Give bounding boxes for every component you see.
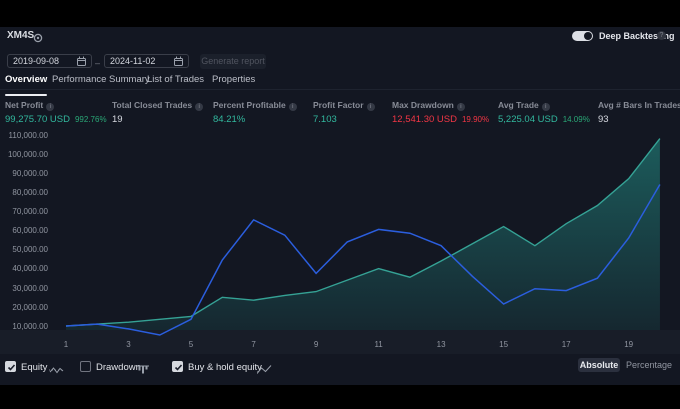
info-icon[interactable]: i (288, 103, 297, 111)
x-axis-label: 15 (499, 340, 509, 349)
stat-label: Total Closed Trades (112, 100, 193, 110)
x-axis-label: 1 (63, 340, 69, 349)
date-from-value: 2019-09-08 (13, 56, 60, 66)
drawdown-bars-icon (137, 362, 150, 380)
date-to-input[interactable]: 2024-11-02 (104, 54, 189, 68)
toggle-knob (584, 32, 592, 40)
stat-label: Max Drawdown (392, 100, 454, 110)
buy-hold-line-icon (256, 362, 272, 380)
info-icon[interactable]: i (195, 103, 204, 111)
stat-percent: 992.76% (74, 115, 107, 124)
date-range-separator: – (95, 58, 101, 68)
x-axis-label: 17 (561, 340, 571, 349)
date-to-value: 2024-11-02 (110, 56, 156, 66)
info-icon[interactable]: i (456, 103, 465, 111)
stat-value: 84.21% (213, 114, 246, 125)
calendar-icon (77, 56, 86, 66)
settings-icon[interactable] (33, 30, 43, 43)
stat-profit-factor: Profit Factor i 7.103 (313, 100, 375, 125)
y-axis-label: 10,000.00 (12, 321, 48, 331)
stat-label: Avg Trade (498, 100, 539, 110)
stat-max-drawdown: Max Drawdown i 12,541.30 USD 19.90% (392, 100, 489, 125)
stat-label: Avg # Bars In Trades (598, 100, 680, 110)
y-axis-label: 70,000.00 (12, 207, 48, 217)
stat-label: Net Profit (5, 100, 44, 110)
y-axis-label: 40,000.00 (12, 264, 48, 274)
question-mark-icon[interactable]: ? (657, 31, 666, 40)
deep-backtesting-toggle[interactable] (572, 31, 593, 41)
y-axis-label: 30,000.00 (12, 283, 48, 293)
stat-value: 19 (112, 114, 123, 125)
equity-curve-plot (65, 138, 661, 336)
x-axis-label: 13 (436, 340, 446, 349)
buy-hold-equity-checkbox[interactable] (172, 361, 183, 372)
equity-checkbox[interactable] (5, 361, 16, 372)
y-axis-label: 80,000.00 (12, 187, 48, 197)
stat-label: Percent Profitable (213, 100, 286, 110)
y-axis-label: 50,000.00 (12, 245, 48, 255)
stat-value: 5,225.04 USD (498, 114, 558, 125)
equity-legend-label: Equity (21, 362, 48, 373)
stat-value: 12,541.30 USD (392, 114, 457, 125)
stat-total-closed-trades: Total Closed Trades i 19 (112, 100, 204, 125)
percentage-mode-button[interactable]: Percentage (623, 358, 675, 372)
stat-value: 99,275.70 USD (5, 114, 70, 125)
y-axis-label: 20,000.00 (12, 302, 48, 312)
equity-chart: 110,000.00 100,000.00 90,000.00 80,000.00 70… (0, 128, 680, 354)
x-axis-label: 7 (251, 340, 256, 349)
info-icon[interactable]: i (46, 103, 55, 111)
tab-overview[interactable]: Overview (5, 74, 48, 96)
stat-percent: 19.90% (461, 115, 490, 124)
y-axis-label: 100,000.00 (7, 149, 48, 159)
equity-wave-icon (49, 362, 64, 380)
tab-list-of-trades[interactable]: List of Trades (147, 74, 204, 85)
x-axis-label: 3 (126, 340, 131, 349)
report-tabs: Overview Performance Summary List of Tra… (0, 74, 680, 96)
y-axis-label: 110,000.00 (8, 130, 48, 140)
stat-percent-profitable: Percent Profitable i 84.21% (213, 100, 297, 125)
backtesting-panel-screen: XM4S Deep Backtesting ? 2019-09-08 – 202… (0, 0, 680, 409)
x-axis-label: 5 (188, 340, 194, 349)
x-axis-label: 9 (313, 340, 319, 349)
y-axis-label: 90,000.00 (12, 168, 48, 178)
info-icon[interactable]: i (366, 103, 375, 111)
stat-value: 93 (598, 114, 609, 125)
stat-value: 7.103 (313, 114, 337, 125)
stat-percent: 14.09% (562, 115, 590, 124)
drawdown-checkbox[interactable] (80, 361, 91, 372)
generate-report-button[interactable]: Generate report (200, 54, 266, 69)
date-from-input[interactable]: 2019-09-08 (7, 54, 92, 68)
buy-hold-area (66, 138, 660, 330)
y-axis-label: 60,000.00 (12, 226, 48, 236)
buy-hold-legend-label: Buy & hold equity (188, 362, 262, 373)
tab-performance-summary[interactable]: Performance Summary (52, 74, 150, 85)
stat-label: Profit Factor (313, 100, 364, 110)
stat-avg-bars-in-trades: Avg # Bars In Tradesi 93 (598, 100, 680, 125)
x-axis-label: 19 (624, 340, 634, 349)
absolute-mode-button[interactable]: Absolute (578, 358, 620, 372)
stat-avg-trade: Avg Trade i 5,225.04 USD 14.09% (498, 100, 590, 125)
stat-net-profit: Net Profit i 99,275.70 USD 992.76% (5, 100, 107, 125)
tab-properties[interactable]: Properties (212, 74, 255, 85)
x-axis-label: 11 (374, 340, 383, 349)
info-icon[interactable]: i (541, 103, 550, 111)
calendar-icon (174, 56, 183, 66)
drawdown-legend-label: Drawdown (96, 362, 141, 373)
strategy-name: XM4S (7, 30, 35, 41)
